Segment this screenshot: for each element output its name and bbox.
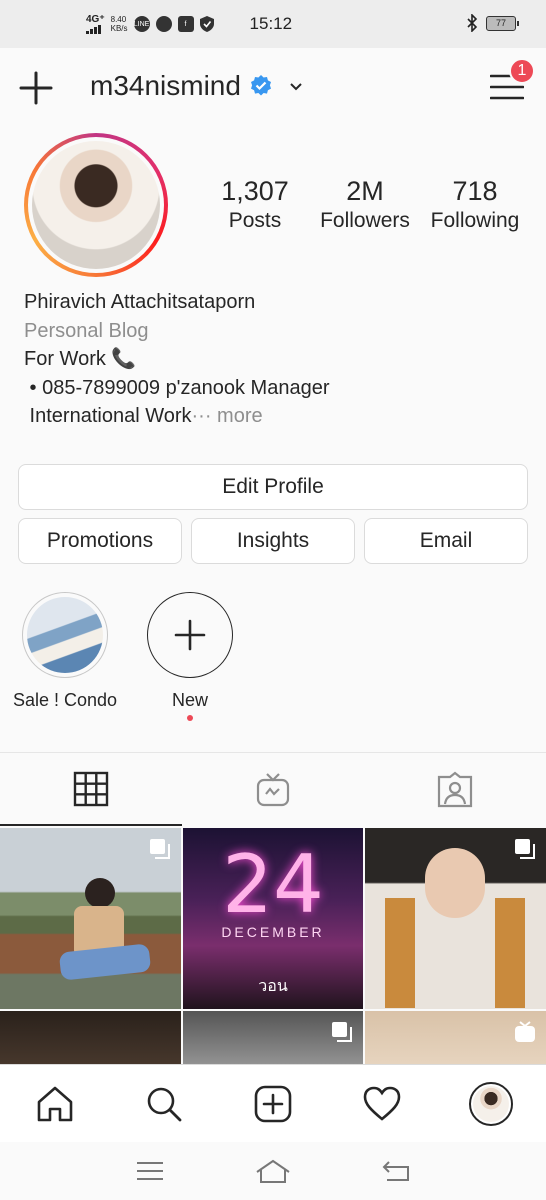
- signal-icon: [86, 24, 101, 34]
- following-count: 718: [452, 176, 498, 206]
- network-indicator: 4G⁺: [86, 13, 105, 34]
- recent-apps-icon[interactable]: [135, 1160, 165, 1182]
- add-post-icon: [254, 1085, 292, 1122]
- system-navigation: [0, 1142, 546, 1200]
- speed-value: 8.40: [110, 15, 127, 24]
- new-highlight-circle: [147, 592, 233, 678]
- post-grid: 24 DECEMBER วอน: [0, 828, 546, 1064]
- battery-icon: 77: [486, 15, 519, 31]
- full-name: Phiravich Attachitsataporn: [24, 291, 256, 313]
- more-link[interactable]: ··· more: [192, 405, 263, 427]
- notification-badge: 1: [509, 58, 535, 84]
- facebook-icon: f: [177, 16, 194, 32]
- nav-create[interactable]: [243, 1074, 303, 1134]
- profile-category: Personal Blog: [24, 319, 149, 342]
- status-bar: 4G⁺ 8.40 KB/s LINE f 15:12 77: [0, 0, 546, 48]
- avatar-image: [32, 141, 160, 269]
- tab-grid[interactable]: [0, 753, 182, 826]
- followers-count: 2M: [346, 176, 384, 206]
- profile-tabs: [0, 752, 546, 826]
- highlight-cover: [22, 592, 108, 678]
- tab-igtv[interactable]: [182, 753, 364, 826]
- bio-line-3: International Work: [24, 405, 192, 427]
- posts-label: Posts: [228, 209, 282, 232]
- create-plus-icon[interactable]: [18, 70, 54, 106]
- profile-header: m34nismind 1: [0, 48, 546, 128]
- following-label: Following: [430, 209, 520, 232]
- igtv-icon: [256, 772, 290, 806]
- profile-avatar[interactable]: [24, 133, 168, 277]
- grid-post[interactable]: [365, 828, 546, 1009]
- chat-icon: [155, 16, 172, 32]
- grid-icon: [73, 771, 109, 806]
- speed-unit: KB/s: [110, 24, 128, 33]
- nav-profile[interactable]: [461, 1074, 521, 1134]
- nav-activity[interactable]: [352, 1074, 412, 1134]
- edit-profile-button[interactable]: Edit Profile: [18, 464, 528, 510]
- shield-icon: [199, 16, 214, 32]
- clock: 15:12: [249, 14, 293, 33]
- nav-home[interactable]: [25, 1074, 85, 1134]
- line-icon: LINE: [133, 16, 150, 32]
- home-icon: [37, 1086, 72, 1121]
- search-icon: [147, 1087, 182, 1121]
- poster-brand: วอน: [258, 978, 288, 995]
- username-switcher[interactable]: m34nismind: [90, 70, 305, 102]
- followers-stat[interactable]: 2M Followers: [310, 176, 420, 236]
- tab-tagged[interactable]: [364, 753, 546, 826]
- chevron-down-icon: [290, 83, 302, 91]
- highlight-sale-condo[interactable]: Sale ! Condo: [8, 592, 122, 711]
- new-indicator-dot: [187, 715, 193, 721]
- highlight-image: [27, 597, 103, 673]
- nav-search[interactable]: [134, 1074, 194, 1134]
- plus-icon: [174, 619, 206, 651]
- email-button[interactable]: Email: [364, 518, 528, 564]
- grid-post[interactable]: [183, 1011, 363, 1064]
- bio-line-2: • 085-7899009 p'zanook Manager: [24, 376, 330, 399]
- profile-stats: 1,307 Posts 2M Followers 718 Following: [200, 176, 530, 236]
- heart-icon: [363, 1086, 401, 1121]
- verified-badge-icon: [250, 75, 271, 96]
- back-icon[interactable]: [381, 1159, 411, 1183]
- home-button-icon[interactable]: [255, 1158, 291, 1184]
- poster-number: 24: [222, 838, 324, 931]
- multi-photo-icon: [515, 839, 535, 859]
- poster-month: DECEMBER: [221, 924, 325, 940]
- highlight-new[interactable]: New: [140, 592, 240, 721]
- following-stat[interactable]: 718 Following: [420, 176, 530, 236]
- bottom-navigation: [0, 1064, 546, 1142]
- promotions-button[interactable]: Promotions: [18, 518, 182, 564]
- grid-post[interactable]: [365, 1011, 546, 1064]
- profile-bio: Phiravich Attachitsataporn Personal Blog…: [24, 288, 330, 431]
- grid-post[interactable]: [0, 828, 181, 1009]
- tagged-icon: [437, 771, 473, 807]
- followers-label: Followers: [320, 209, 410, 232]
- network-label: 4G⁺: [86, 13, 105, 25]
- battery-level: 77: [495, 18, 506, 28]
- multi-photo-icon: [150, 839, 170, 859]
- highlight-label: New: [171, 690, 208, 710]
- bluetooth-icon: [467, 14, 478, 32]
- grid-post[interactable]: 24 DECEMBER วอน: [183, 828, 363, 1009]
- bio-line-1: For Work 📞: [24, 348, 137, 370]
- network-speed: 8.40 KB/s: [111, 15, 128, 33]
- igtv-post-icon: [515, 1021, 535, 1042]
- posts-stat[interactable]: 1,307 Posts: [200, 176, 310, 236]
- posts-count: 1,307: [221, 176, 289, 206]
- highlight-label: Sale ! Condo: [12, 690, 118, 710]
- profile-avatar-icon: [469, 1081, 514, 1126]
- username: m34nismind: [90, 70, 241, 101]
- multi-photo-icon: [332, 1022, 352, 1042]
- insights-button[interactable]: Insights: [191, 518, 355, 564]
- grid-post[interactable]: [0, 1011, 181, 1064]
